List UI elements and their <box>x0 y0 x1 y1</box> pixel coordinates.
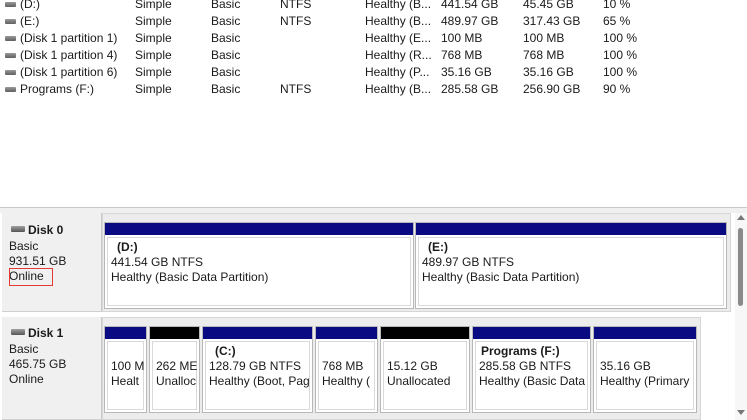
partition-e[interactable]: (E:) 489.97 GB NTFS Healthy (Basic Data … <box>415 222 727 309</box>
partition-bar <box>594 327 696 339</box>
disk-1-title: Disk 1 <box>28 326 64 340</box>
disk-graphical-view: Disk 0 Basic 931.51 GB Online (D:) 441.5… <box>0 213 747 420</box>
volume-icon <box>5 2 16 7</box>
partition-status: Healthy (Basic Data Partition) <box>422 270 580 284</box>
partition-size: 128.79 GB NTFS <box>209 359 302 373</box>
partition-status: Unalloc <box>156 374 197 388</box>
partition-bar <box>316 327 377 339</box>
disk-0-size: 931.51 GB <box>9 254 67 268</box>
volume-icon <box>5 70 16 75</box>
partition-status: Healthy (Primary <box>600 374 690 388</box>
disk-icon <box>11 226 25 232</box>
partition-size: 100 M <box>111 359 145 373</box>
disk-0-type: Basic <box>9 239 39 253</box>
volume-icon <box>5 53 16 58</box>
partition-size: 35.16 GB <box>600 359 651 373</box>
scroll-up-arrow-icon[interactable] <box>737 215 745 220</box>
partition-status: Unallocated <box>387 374 451 388</box>
partition-disk1-unallocated-2[interactable]: 15.12 GB Unallocated <box>380 326 470 413</box>
partition-d[interactable]: (D:) 441.54 GB NTFS Healthy (Basic Data … <box>104 222 414 309</box>
partition-name: (E:) <box>428 240 448 254</box>
volume-row-disk1-part6[interactable]: (Disk 1 partition 6) Simple Basic Health… <box>0 64 747 81</box>
disk-1-type: Basic <box>9 342 39 356</box>
scrollbar-thumb[interactable] <box>738 228 743 306</box>
partition-status: Healthy ( <box>322 374 371 388</box>
partition-status: Healthy (Boot, Pag <box>209 374 310 388</box>
partition-disk1-unallocated-1[interactable]: 262 ME Unalloc <box>149 326 200 413</box>
unallocated-bar <box>381 327 469 339</box>
volume-icon <box>5 36 16 41</box>
disk-0-partition-area: (D:) 441.54 GB NTFS Healthy (Basic Data … <box>102 213 731 312</box>
disk-1-size: 465.75 GB <box>9 357 67 371</box>
partition-bar <box>473 327 590 339</box>
partition-disk1-p1[interactable]: 100 M Healt <box>104 326 147 413</box>
partition-disk1-p4[interactable]: 768 MB Healthy ( <box>315 326 378 413</box>
partition-size: 15.12 GB <box>387 359 438 373</box>
unallocated-bar <box>150 327 199 339</box>
volume-list: (D:) Simple Basic NTFS Healthy (B... 441… <box>0 0 747 207</box>
partition-status: Healthy (Basic Data <box>479 374 586 388</box>
partition-bar <box>203 327 312 339</box>
disk-1-partition-area: 100 M Healt 262 ME Unalloc (C:) 128.79 G… <box>102 317 701 420</box>
volume-row-programs-f[interactable]: Programs (F:) Simple Basic NTFS Healthy … <box>0 81 747 98</box>
disk-0-label[interactable]: Disk 0 Basic 931.51 GB Online <box>2 213 102 312</box>
partition-programs-f[interactable]: Programs (F:) 285.58 GB NTFS Healthy (Ba… <box>472 326 591 413</box>
partition-c[interactable]: (C:) 128.79 GB NTFS Healthy (Boot, Pag <box>202 326 313 413</box>
online-highlight-box <box>9 268 53 286</box>
partition-size: 441.54 GB NTFS <box>111 255 204 269</box>
partition-bar <box>105 223 413 235</box>
disk-icon <box>11 329 25 335</box>
partition-status: Healt <box>111 374 140 388</box>
volume-icon <box>5 19 16 24</box>
partition-bar <box>105 327 146 339</box>
disk-1-state: Online <box>9 372 44 386</box>
partition-status: Healthy (Basic Data Partition) <box>111 270 269 284</box>
partition-size: 285.58 GB NTFS <box>479 359 572 373</box>
scroll-down-arrow-icon[interactable] <box>737 410 745 415</box>
disk-0-title: Disk 0 <box>28 223 64 237</box>
volume-icon <box>5 87 16 92</box>
partition-disk1-p6[interactable]: 35.16 GB Healthy (Primary <box>593 326 697 413</box>
partition-name: Programs (F:) <box>481 344 560 358</box>
partition-bar <box>416 223 726 235</box>
volume-row-disk1-part4[interactable]: (Disk 1 partition 4) Simple Basic Health… <box>0 47 747 64</box>
partition-size: 489.97 GB NTFS <box>422 255 515 269</box>
volume-row-disk1-part1[interactable]: (Disk 1 partition 1) Simple Basic Health… <box>0 30 747 47</box>
partition-size: 768 MB <box>322 359 364 373</box>
partition-name: (D:) <box>117 240 138 254</box>
disk-1-label[interactable]: Disk 1 Basic 465.75 GB Online <box>2 317 102 420</box>
partition-name: (C:) <box>215 344 236 358</box>
volume-row-d[interactable]: (D:) Simple Basic NTFS Healthy (B... 441… <box>0 0 747 13</box>
volume-row-e[interactable]: (E:) Simple Basic NTFS Healthy (B... 489… <box>0 13 747 30</box>
partition-size: 262 ME <box>156 359 198 373</box>
